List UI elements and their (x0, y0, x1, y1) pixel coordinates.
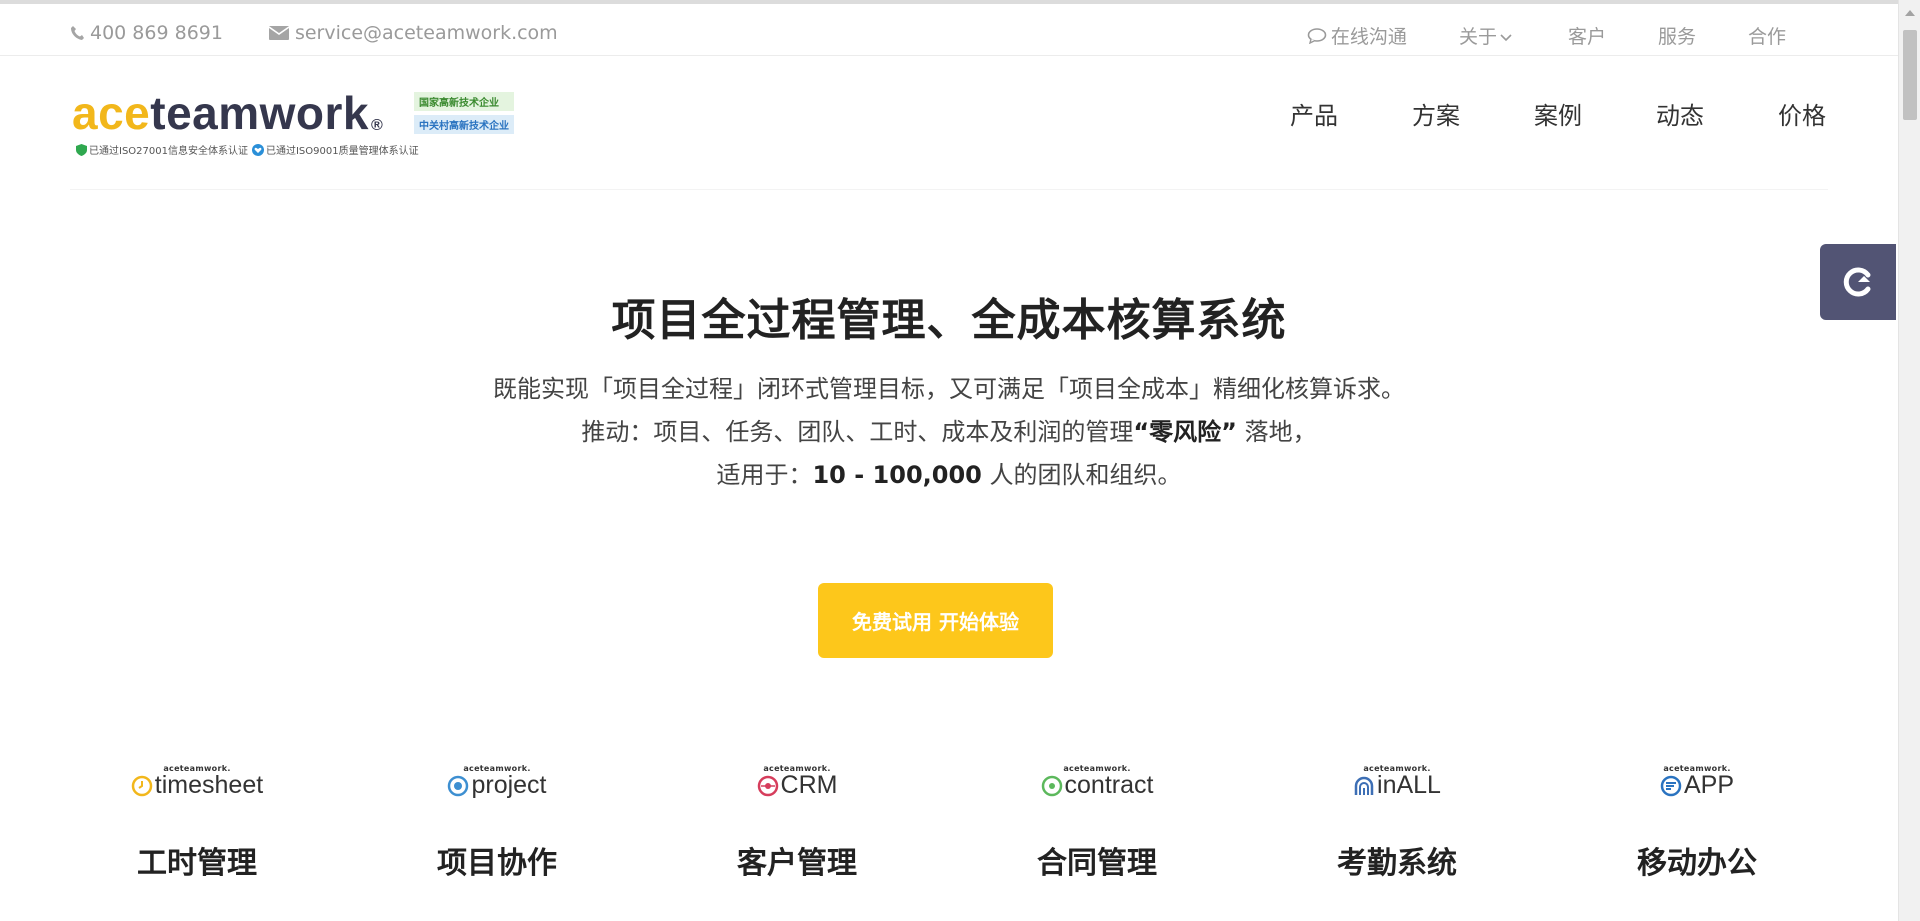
hero-line-1: 既能实现「项目全过程」闭环式管理目标，又可满足「项目全成本」精细化核算诉求。 (493, 375, 1405, 403)
services-link[interactable]: 服务 (1658, 22, 1696, 49)
site-header: ace teamwork ® 国家高新技术企业 中关村高新技术企业 已通过ISO27… (0, 56, 1898, 190)
pen-circle-icon (1041, 775, 1062, 796)
target-icon (448, 775, 469, 796)
hero-description: 既能实现「项目全过程」闭环式管理目标，又可满足「项目全成本」精细化核算诉求。 推… (0, 368, 1898, 497)
about-label: 关于 (1458, 26, 1497, 48)
product-title: 合同管理 (1037, 846, 1157, 881)
services-label: 服务 (1657, 26, 1696, 48)
project-brand: project (471, 771, 547, 799)
aceteamwork-logo[interactable]: ace teamwork ® (72, 90, 383, 136)
hero-line-2: 推动：项目、任务、团队、工时、成本及利润的管理“零风险” 落地， (0, 411, 1898, 454)
product-app[interactable]: aceteamwork. APP 移动办公 (1597, 764, 1797, 882)
iso9001-cert: 已通过ISO9001质量管理体系认证 (251, 142, 419, 157)
nav-solutions[interactable]: 方案 (1412, 96, 1460, 131)
shield-icon (76, 143, 87, 156)
main-nav: 产品 方案 案例 动态 价格 (1216, 96, 1826, 131)
iso9001-label: 已通过ISO9001质量管理体系认证 (265, 146, 419, 157)
hero-line-3-post: 人的团队和组织。 (981, 461, 1182, 489)
customers-label: 客户 (1567, 26, 1606, 48)
customers-link[interactable]: 客户 (1568, 22, 1606, 49)
zhongguancun-badge: 中关村高新技术企业 (414, 115, 514, 134)
fingerprint-icon (1354, 776, 1374, 795)
partners-link[interactable]: 合作 (1748, 22, 1786, 49)
nav-cases[interactable]: 案例 (1534, 96, 1582, 131)
product-crm[interactable]: aceteamwork. CRM 客户管理 (697, 764, 897, 882)
hero-line-2-post: 落地， (1236, 418, 1317, 446)
online-chat-link[interactable]: 在线沟通 (1307, 22, 1407, 49)
nav-products[interactable]: 产品 (1290, 96, 1338, 131)
logo-teamwork: teamwork (150, 87, 369, 139)
free-trial-button[interactable]: 免费试用 开始体验 (818, 583, 1053, 658)
contact-info: 400 869 8691 service@aceteamwork.com (70, 22, 604, 44)
email-link[interactable]: service@aceteamwork.com (268, 22, 558, 44)
chat-icon (1307, 27, 1327, 44)
top-bar: 400 869 8691 service@aceteamwork.com 在线沟… (0, 0, 1898, 56)
certifications: 已通过ISO27001信息安全体系认证 已通过ISO9001质量管理体系认证 (76, 142, 423, 157)
product-project[interactable]: aceteamwork. project 项目协作 (397, 764, 597, 882)
hero-title: 项目全过程管理、全成本核算系统 (611, 295, 1287, 346)
timesheet-brand: timesheet (154, 771, 264, 799)
iso27001-cert: 已通过ISO27001信息安全体系认证 (76, 142, 248, 157)
iso27001-label: 已通过ISO27001信息安全体系认证 (89, 146, 248, 157)
product-timesheet[interactable]: aceteamwork. timesheet 工时管理 (97, 764, 297, 882)
hero-line-2-pre: 推动：项目、任务、团队、工时、成本及利润的管理 (581, 418, 1134, 446)
phone-icon (71, 26, 84, 40)
timesheet-logo: timesheet (97, 773, 297, 798)
app-brand: APP (1683, 771, 1735, 799)
refresh-arrow-icon (1843, 267, 1871, 297)
phone-link[interactable]: 400 869 8691 (70, 22, 223, 44)
logo-registered: ® (371, 117, 384, 134)
product-row: aceteamwork. timesheet 工时管理 aceteamwork.… (0, 764, 1898, 921)
product-inall[interactable]: aceteamwork. inALL 考勤系统 (1297, 764, 1497, 882)
online-chat-label: 在线沟通 (1330, 26, 1407, 48)
phone-number: 400 869 8691 (90, 22, 223, 44)
partners-label: 合作 (1747, 26, 1786, 48)
product-title: 客户管理 (737, 846, 857, 881)
heart-badge-icon (251, 143, 264, 156)
inall-logo: inALL (1297, 773, 1497, 798)
product-title: 考勤系统 (1337, 846, 1457, 881)
utility-nav: 在线沟通 关于 客户 服务 合作 (1307, 22, 1786, 49)
eye-circle-icon (757, 775, 778, 796)
zero-risk-emphasis: “零风险” (1133, 418, 1237, 446)
signal-circle-icon (1660, 775, 1682, 796)
scrollbar-thumb[interactable] (1903, 30, 1917, 120)
nav-pricing[interactable]: 价格 (1778, 96, 1826, 131)
team-size-emphasis: 10 - 100,000 (812, 461, 982, 489)
inall-brand: inALL (1377, 771, 1441, 799)
envelope-icon (268, 26, 289, 40)
scroll-up-arrow-icon[interactable] (1905, 10, 1915, 16)
floating-contact-widget[interactable] (1820, 244, 1896, 320)
hero-line-3-pre: 适用于： (716, 461, 813, 489)
header-divider (70, 189, 1828, 190)
page-scrollbar[interactable] (1898, 0, 1920, 921)
product-contract[interactable]: aceteamwork. contract 合同管理 (997, 764, 1197, 882)
hero-line-3: 适用于：10 - 100,000 人的团队和组织。 (0, 454, 1898, 497)
logo-ace: ace (72, 87, 151, 139)
crm-logo: CRM (697, 773, 897, 798)
about-menu[interactable]: 关于 (1459, 22, 1516, 49)
crm-brand: CRM (780, 771, 838, 799)
national-hightech-badge: 国家高新技术企业 (414, 92, 514, 111)
contract-logo: contract (997, 773, 1197, 798)
chevron-down-icon (1500, 33, 1512, 41)
product-title: 工时管理 (137, 846, 257, 881)
clock-icon (131, 775, 153, 796)
project-logo: project (397, 773, 597, 798)
nav-news[interactable]: 动态 (1656, 96, 1704, 131)
product-title: 移动办公 (1637, 846, 1757, 881)
app-logo: APP (1597, 773, 1797, 798)
product-title: 项目协作 (437, 846, 557, 881)
email-address: service@aceteamwork.com (294, 22, 558, 44)
enterprise-badges: 国家高新技术企业 中关村高新技术企业 (414, 92, 514, 134)
contract-brand: contract (1064, 771, 1154, 799)
